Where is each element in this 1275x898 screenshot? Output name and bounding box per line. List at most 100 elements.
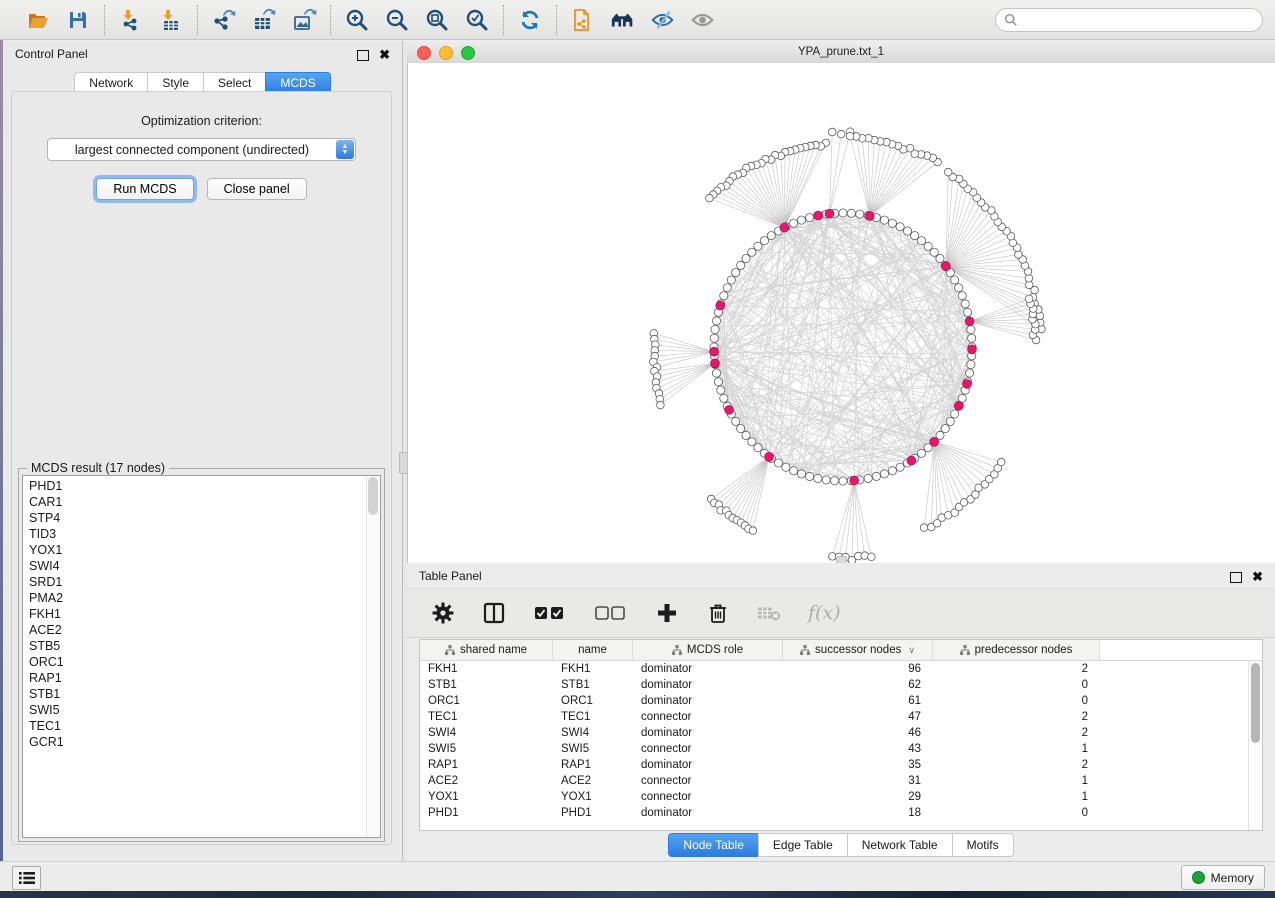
mcds-result-item[interactable]: TEC1 [23, 718, 366, 734]
table-cell[interactable]: 18 [783, 805, 933, 821]
import-network-icon[interactable] [118, 7, 144, 33]
column-header[interactable]: MCDS role [633, 640, 783, 660]
table-cell[interactable]: connector [633, 789, 783, 805]
maximize-window-icon[interactable] [461, 46, 475, 60]
table-cell[interactable]: 35 [783, 757, 933, 773]
deselect-all-checkboxes-icon[interactable] [594, 601, 628, 625]
table-cell[interactable]: dominator [633, 757, 783, 773]
mcds-result-item[interactable]: GCR1 [23, 734, 366, 750]
search-field[interactable] [995, 8, 1263, 32]
table-cell[interactable]: 31 [783, 773, 933, 789]
table-cell[interactable]: 0 [933, 677, 1100, 693]
mcds-result-item[interactable]: YOX1 [23, 542, 366, 558]
optimization-criterion-select[interactable]: largest connected component (undirected)… [47, 138, 356, 161]
run-mcds-button[interactable]: Run MCDS [96, 178, 193, 200]
memory-button[interactable]: Memory [1181, 865, 1265, 890]
table-cell[interactable]: dominator [633, 725, 783, 741]
mcds-result-item[interactable]: TID3 [23, 526, 366, 542]
column-header[interactable]: name [553, 640, 633, 660]
table-row[interactable]: TEC1TEC1connector472 [420, 709, 1262, 725]
table-row[interactable]: SWI5SWI5connector431 [420, 741, 1262, 757]
scrollbar-thumb[interactable] [368, 477, 378, 515]
table-row[interactable]: ACE2ACE2connector311 [420, 773, 1262, 789]
table-cell[interactable]: dominator [633, 805, 783, 821]
export-network-icon[interactable] [211, 7, 237, 33]
column-header[interactable]: shared name [420, 640, 553, 660]
table-cell[interactable]: connector [633, 773, 783, 789]
table-cell[interactable]: 61 [783, 693, 933, 709]
mcds-result-item[interactable]: FKH1 [23, 606, 366, 622]
float-panel-icon[interactable] [1230, 572, 1242, 583]
table-cell[interactable]: ORC1 [420, 693, 553, 709]
delete-column-icon[interactable] [706, 601, 730, 625]
table-scrollbar[interactable] [1248, 661, 1262, 830]
export-image-icon[interactable] [291, 7, 317, 33]
split-panel-icon[interactable] [482, 601, 506, 625]
tab-edge-table[interactable]: Edge Table [758, 833, 847, 857]
table-cell[interactable]: YOX1 [420, 789, 553, 805]
table-cell[interactable]: connector [633, 709, 783, 725]
search-input[interactable] [1023, 12, 1254, 28]
close-panel-button[interactable]: Close panel [207, 178, 307, 200]
tab-network-table[interactable]: Network Table [847, 833, 952, 857]
table-cell[interactable]: SWI5 [553, 741, 633, 757]
table-cell[interactable]: 29 [783, 789, 933, 805]
table-cell[interactable]: 0 [933, 805, 1100, 821]
tab-node-table[interactable]: Node Table [668, 833, 758, 857]
mcds-result-item[interactable]: STP4 [23, 510, 366, 526]
table-cell[interactable]: TEC1 [553, 709, 633, 725]
mcds-result-item[interactable]: CAR1 [23, 494, 366, 510]
scrollbar-thumb[interactable] [1251, 663, 1260, 743]
search-network-icon[interactable] [610, 7, 636, 33]
table-cell[interactable]: ORC1 [553, 693, 633, 709]
table-cell[interactable]: 2 [933, 709, 1100, 725]
mcds-result-item[interactable]: ACE2 [23, 622, 366, 638]
table-cell[interactable]: 2 [933, 757, 1100, 773]
mcds-result-item[interactable]: PMA2 [23, 590, 366, 606]
table-cell[interactable]: 47 [783, 709, 933, 725]
minimize-window-icon[interactable] [439, 46, 453, 60]
table-cell[interactable]: YOX1 [553, 789, 633, 805]
column-header[interactable]: predecessor nodes [933, 640, 1100, 660]
close-panel-icon[interactable]: ✖ [379, 48, 390, 61]
table-cell[interactable]: 2 [933, 725, 1100, 741]
table-cell[interactable]: dominator [633, 661, 783, 677]
task-history-button[interactable] [12, 866, 41, 890]
mcds-result-item[interactable]: ORC1 [23, 654, 366, 670]
table-cell[interactable]: RAP1 [553, 757, 633, 773]
refresh-icon[interactable] [517, 7, 543, 33]
table-cell[interactable]: SWI4 [420, 725, 553, 741]
mcds-result-item[interactable]: SRD1 [23, 574, 366, 590]
show-details-icon[interactable] [690, 7, 716, 33]
table-cell[interactable]: dominator [633, 677, 783, 693]
import-table-icon[interactable] [158, 7, 184, 33]
hide-details-icon[interactable] [650, 7, 676, 33]
table-cell[interactable]: TEC1 [420, 709, 553, 725]
delete-table-icon[interactable] [757, 601, 781, 625]
table-cell[interactable]: 43 [783, 741, 933, 757]
table-cell[interactable]: SWI5 [420, 741, 553, 757]
table-cell[interactable]: 62 [783, 677, 933, 693]
table-row[interactable]: ORC1ORC1dominator610 [420, 693, 1262, 709]
table-cell[interactable]: SWI4 [553, 725, 633, 741]
table-cell[interactable]: STB1 [553, 677, 633, 693]
open-file-icon[interactable] [25, 7, 51, 33]
table-cell[interactable]: FKH1 [553, 661, 633, 677]
mcds-result-item[interactable]: STB1 [23, 686, 366, 702]
table-cell[interactable]: 46 [783, 725, 933, 741]
table-cell[interactable]: 0 [933, 693, 1100, 709]
table-cell[interactable]: dominator [633, 693, 783, 709]
mcds-result-item[interactable]: SWI4 [23, 558, 366, 574]
table-cell[interactable]: STB1 [420, 677, 553, 693]
function-builder-icon[interactable]: f(x) [808, 602, 841, 624]
table-row[interactable]: RAP1RAP1dominator352 [420, 757, 1262, 773]
table-row[interactable]: FKH1FKH1dominator962 [420, 661, 1262, 677]
table-row[interactable]: YOX1YOX1connector291 [420, 789, 1262, 805]
node-table[interactable]: shared namenameMCDS rolesuccessor nodes∨… [419, 639, 1263, 831]
mcds-result-item[interactable]: PHD1 [23, 478, 366, 494]
table-cell[interactable]: connector [633, 741, 783, 757]
table-cell[interactable]: ACE2 [420, 773, 553, 789]
close-window-icon[interactable] [417, 46, 431, 60]
table-cell[interactable]: FKH1 [420, 661, 553, 677]
float-panel-icon[interactable] [357, 50, 369, 61]
